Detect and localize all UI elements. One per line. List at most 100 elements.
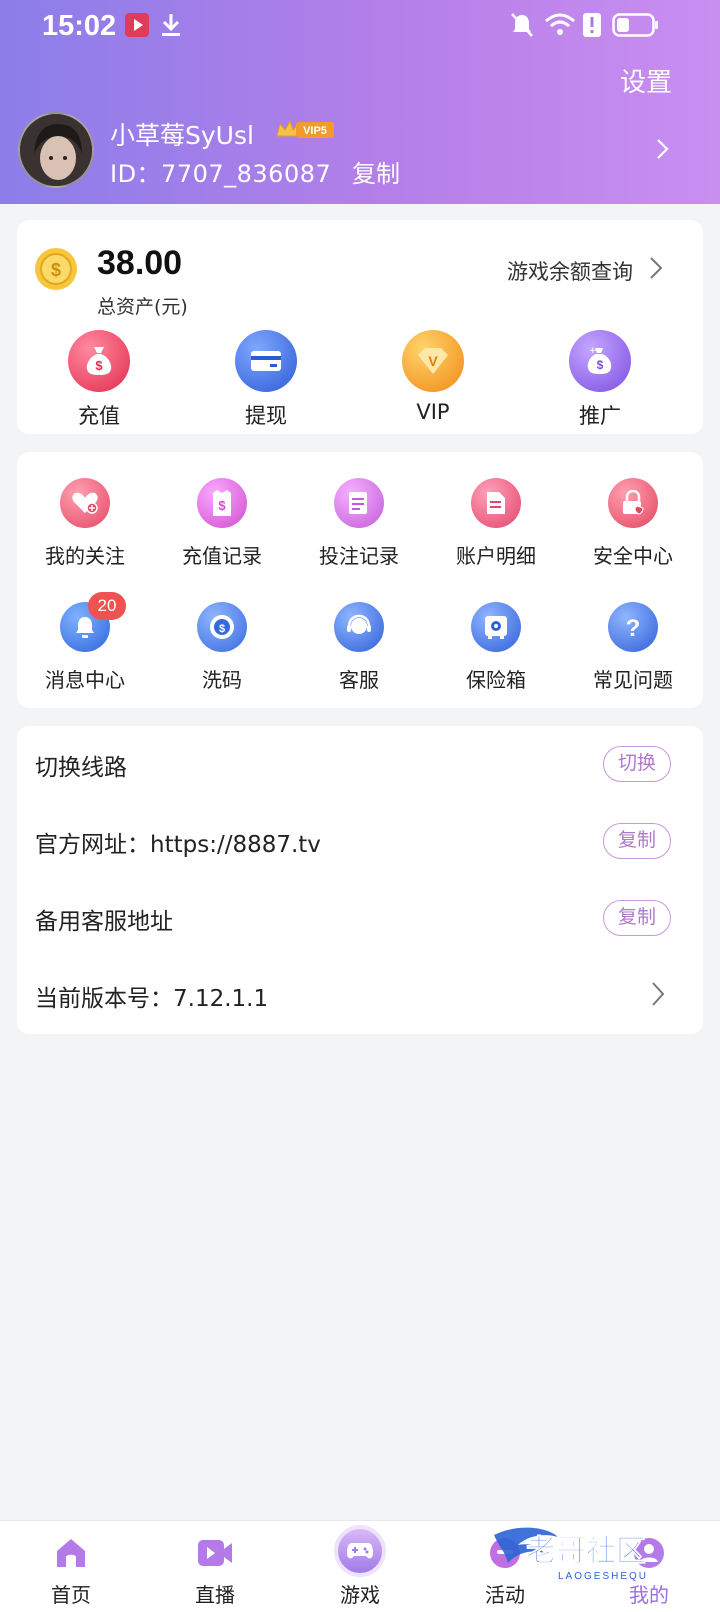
version-row[interactable]: 当前版本号：7.12.1.1 <box>17 957 703 1033</box>
vip-button[interactable]: V VIP <box>373 330 493 424</box>
settings-card: 切换线路 切换 官方网址：https://8887.tv 复制 备用客服地址 复… <box>17 726 703 1034</box>
watermark-subtext: LAOGESHEQU <box>558 1571 648 1582</box>
account-detail-item[interactable]: 账户明细 <box>436 478 556 569</box>
tab-live-label: 直播 <box>195 1583 235 1607</box>
settings-link[interactable]: 设置 <box>620 62 672 99</box>
message-center-label: 消息中心 <box>45 668 125 692</box>
tab-live[interactable]: 直播 <box>160 1521 270 1612</box>
watermark-logo: 老哥社区 LAOGESHEQU <box>488 1523 688 1583</box>
backup-service-row: 备用客服地址 复制 <box>17 880 703 956</box>
tab-home[interactable]: 首页 <box>16 1521 126 1612</box>
account-detail-icon <box>471 478 521 528</box>
svg-text:$: $ <box>218 498 226 513</box>
customer-service-item[interactable]: 客服 <box>299 602 419 693</box>
tab-games-label: 游戏 <box>340 1583 380 1607</box>
question-icon: ? <box>608 602 658 652</box>
balance-amount: 38.00 <box>97 244 183 282</box>
nickname: 小草莓SyUsl <box>110 121 254 150</box>
mute-notification-icon <box>510 12 534 44</box>
game-balance-query-link[interactable]: 游戏余额查询 <box>507 256 633 286</box>
tab-activity-label: 活动 <box>485 1583 525 1607</box>
user-id: ID：7707_836087 <box>110 160 332 188</box>
bet-record-item[interactable]: 投注记录 <box>299 478 419 569</box>
svg-text:+: + <box>589 346 597 356</box>
official-site-label: 官方网址：https://8887.tv <box>35 832 321 858</box>
tab-games[interactable]: 游戏 <box>305 1521 415 1612</box>
chip-icon: $ <box>197 602 247 652</box>
tab-profile-label: 我的 <box>629 1583 669 1607</box>
wash-code-item[interactable]: $ 洗码 <box>162 602 282 693</box>
wallet-card: $ 38.00 总资产(元) 游戏余额查询 $ 充值 提现 V VIP $+ <box>17 220 703 434</box>
copy-backup-service-button[interactable]: 复制 <box>603 900 671 936</box>
withdraw-label: 提现 <box>245 404 287 428</box>
copy-official-site-button[interactable]: 复制 <box>603 823 671 859</box>
recharge-record-icon: $ <box>197 478 247 528</box>
svg-text:$: $ <box>597 358 604 372</box>
svg-text:$: $ <box>51 260 61 280</box>
svg-text:$: $ <box>219 623 225 635</box>
avatar[interactable] <box>18 112 94 188</box>
vip-level-text: VIP5 <box>303 125 327 137</box>
promotion-button[interactable]: $ + 推广 <box>540 330 660 430</box>
card-icon <box>235 330 297 392</box>
heart-follow-icon <box>60 478 110 528</box>
battery-icon <box>612 12 660 42</box>
safe-box-icon <box>471 602 521 652</box>
my-follow-item[interactable]: 我的关注 <box>25 478 145 569</box>
withdraw-button[interactable]: 提现 <box>206 330 326 430</box>
chevron-right-icon[interactable] <box>656 138 670 164</box>
alert-icon <box>582 12 602 42</box>
copy-id-button[interactable]: 复制 <box>352 154 400 189</box>
video-app-icon <box>124 12 150 42</box>
my-follow-label: 我的关注 <box>45 544 125 568</box>
features-card: 我的关注 $ 充值记录 投注记录 账户明细 安全中心 20 消息中心 $ 洗码 … <box>17 452 703 708</box>
faq-item[interactable]: ? 常见问题 <box>573 602 693 693</box>
message-bell-icon: 20 <box>60 592 126 652</box>
security-center-label: 安全中心 <box>593 544 673 568</box>
security-lock-icon <box>608 478 658 528</box>
recharge-button[interactable]: $ 充值 <box>39 330 159 430</box>
backup-service-label: 备用客服地址 <box>35 909 173 935</box>
switch-route-row: 切换线路 切换 <box>17 726 703 802</box>
status-time: 15:02 <box>42 10 117 42</box>
profile-header: 15:02 设置 小草莓SyUsl VIP5 ID：7707_836087 复制 <box>0 0 720 204</box>
official-site-row: 官方网址：https://8887.tv 复制 <box>17 803 703 879</box>
version-label: 当前版本号：7.12.1.1 <box>35 986 269 1012</box>
safe-box-label: 保险箱 <box>466 668 526 692</box>
switch-route-button[interactable]: 切换 <box>603 746 671 782</box>
money-bag-icon: $ <box>68 330 130 392</box>
faq-label: 常见问题 <box>593 668 673 692</box>
safe-box-item[interactable]: 保险箱 <box>436 602 556 693</box>
tab-home-label: 首页 <box>51 1583 91 1607</box>
vip-label: VIP <box>416 400 450 424</box>
message-center-item[interactable]: 20 消息中心 <box>25 592 145 693</box>
promotion-label: 推广 <box>579 404 621 428</box>
chevron-right-icon <box>651 981 665 1011</box>
recharge-record-item[interactable]: $ 充值记录 <box>162 478 282 569</box>
bet-record-label: 投注记录 <box>319 544 399 568</box>
customer-service-icon <box>334 602 384 652</box>
gamepad-icon <box>334 1525 386 1577</box>
home-icon <box>51 1533 91 1573</box>
live-video-icon <box>195 1533 235 1573</box>
svg-text:$: $ <box>95 358 103 373</box>
watermark-text: 老哥社区 <box>526 1534 646 1569</box>
vip-gem-icon: V <box>402 330 464 392</box>
recharge-record-label: 充值记录 <box>182 544 262 568</box>
message-count-badge: 20 <box>88 592 126 620</box>
promo-bag-icon: $ + <box>569 330 631 392</box>
switch-route-label: 切换线路 <box>35 755 127 781</box>
wifi-icon <box>544 12 576 42</box>
vip-badge-icon: VIP5 <box>274 118 336 140</box>
chevron-right-icon[interactable] <box>649 256 663 284</box>
coin-icon: $ <box>33 246 79 292</box>
customer-service-label: 客服 <box>339 668 379 692</box>
bet-record-icon <box>334 478 384 528</box>
security-center-item[interactable]: 安全中心 <box>573 478 693 569</box>
wash-code-label: 洗码 <box>202 668 242 692</box>
status-bar: 15:02 <box>0 0 720 54</box>
wallet-actions: $ 充值 提现 V VIP $ + 推广 <box>17 330 703 430</box>
download-icon <box>160 12 182 42</box>
svg-text:V: V <box>428 353 438 369</box>
recharge-label: 充值 <box>78 404 120 428</box>
